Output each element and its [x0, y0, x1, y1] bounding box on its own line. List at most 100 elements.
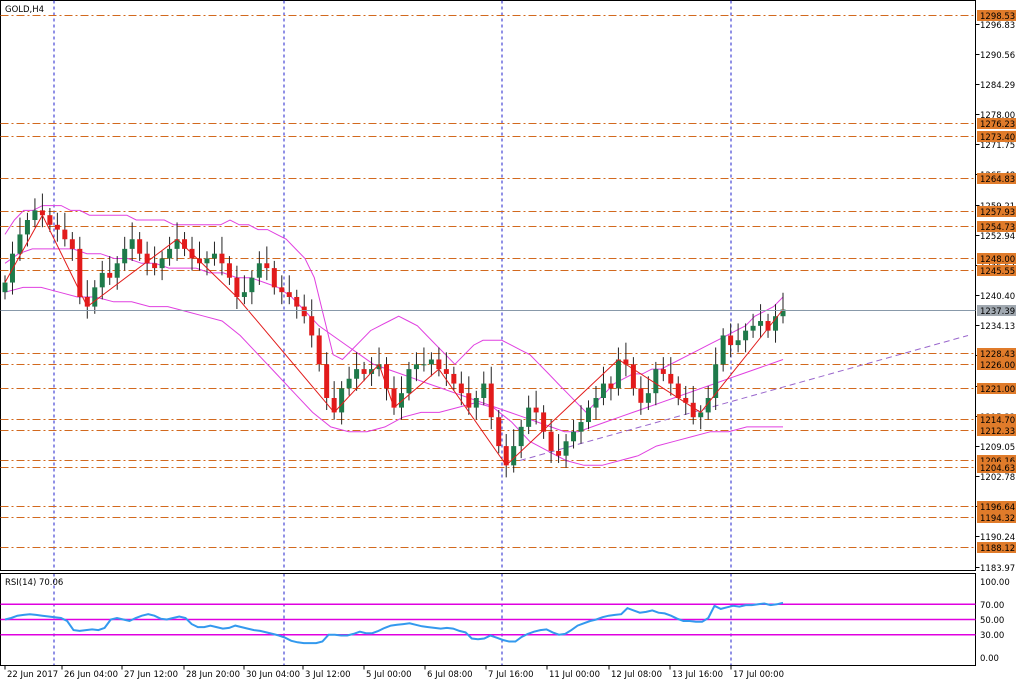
candle [219, 236, 225, 276]
candle-body [473, 397, 479, 408]
candle-body [77, 248, 83, 297]
candle-body [286, 292, 292, 297]
rsi-panel: 100.00 70.00 50.00 30.00 0.00 [0, 573, 1010, 666]
candle-body [398, 393, 404, 408]
candle [294, 289, 300, 319]
candle [743, 323, 749, 353]
candle-body [339, 388, 345, 413]
candle [174, 222, 180, 261]
candle [511, 429, 517, 473]
candle [630, 357, 636, 396]
candle [413, 352, 419, 382]
level-tag-label: 1248.00 [980, 255, 1015, 265]
rsi-title: RSI(14) 70.06 [5, 578, 63, 588]
candle [167, 236, 173, 266]
level-tag-label: 1221.00 [980, 385, 1015, 395]
candle [346, 366, 352, 396]
candle-body [346, 378, 352, 389]
candle-body [152, 263, 158, 269]
candle-body [47, 215, 53, 225]
candle [249, 270, 255, 305]
candle-body [219, 253, 225, 264]
candle-body [675, 383, 681, 398]
candle-body [234, 277, 240, 297]
level-tag-label: 1254.73 [980, 223, 1015, 233]
candle [623, 342, 629, 377]
main-frame-border [0, 0, 976, 571]
candle [728, 323, 734, 358]
candle-body [249, 277, 255, 293]
candle-body [122, 248, 128, 264]
price-tick-label: 1234.13 [980, 322, 1015, 332]
candle [593, 385, 599, 420]
candle [129, 222, 135, 261]
candle-body [2, 282, 8, 293]
candle [301, 294, 307, 324]
level-tag-label: 1245.55 [980, 267, 1015, 277]
time-tick-label: 3 Jul 12:00 [305, 670, 351, 680]
time-axis: 22 Jun 2017 26 Jun 04:00 27 Jun 12:00 28 Ju… [4, 665, 784, 680]
candle-body [413, 364, 419, 370]
candle-body [69, 239, 75, 249]
time-tick-label: 22 Jun 2017 [7, 670, 58, 680]
candle [645, 376, 651, 411]
candle [556, 434, 562, 463]
candle [226, 256, 232, 285]
candle-body [324, 364, 330, 398]
candlesticks [2, 193, 786, 478]
candle [376, 347, 382, 377]
price-tick-label: 1284.29 [980, 81, 1015, 91]
candle [159, 251, 165, 281]
candle [331, 381, 337, 420]
level-tag-label: 1196.64 [980, 503, 1015, 513]
candle [698, 405, 704, 430]
candle [780, 292, 786, 324]
candle-body [533, 407, 539, 413]
candle-body [159, 258, 165, 269]
level-tag-label: 1273.40 [980, 133, 1015, 143]
candle-body [638, 388, 644, 403]
level-tag-label: 1188.12 [980, 544, 1015, 554]
candle [571, 419, 577, 449]
price-tick-label: 1202.78 [980, 473, 1015, 483]
candle-body [511, 446, 517, 466]
bollinger-bands [4, 205, 784, 466]
candle-body [728, 335, 734, 346]
candle [316, 328, 322, 372]
candle [197, 241, 202, 271]
time-tick-label: 11 Jul 00:00 [549, 670, 600, 680]
price-axis: 1296.831290.561284.291278.001271.751265.… [975, 21, 1015, 574]
price-tick-label: 1183.97 [980, 564, 1015, 574]
time-tick-label: 5 Jul 00:00 [366, 670, 412, 680]
candle-body [316, 335, 322, 365]
candle [526, 395, 532, 435]
price-tick-label: 1190.24 [980, 533, 1015, 543]
candle-body [241, 292, 247, 297]
time-tick-label: 12 Jul 08:00 [611, 670, 662, 680]
candle-body [451, 373, 457, 384]
candle-body [421, 364, 427, 366]
candle [750, 313, 756, 338]
candle [586, 400, 591, 430]
candle [473, 390, 479, 420]
candle-body [301, 306, 307, 317]
time-tick-label: 30 Jun 04:00 [246, 670, 300, 680]
candle-body [226, 263, 232, 278]
candle [286, 275, 292, 305]
level-tag-label: 1214.70 [980, 416, 1015, 426]
candle-body [466, 393, 472, 408]
candle [39, 193, 45, 228]
vertical-grid [53, 0, 732, 666]
rsi-tick-label: 100.00 [980, 578, 1010, 588]
candle-body [750, 325, 756, 331]
candle-body [92, 287, 98, 307]
candle-body [458, 383, 464, 394]
candle [354, 352, 360, 391]
candle [683, 385, 689, 415]
candle-body [526, 407, 532, 427]
candle-body [129, 239, 135, 249]
candle-body [481, 383, 487, 398]
candle-body [406, 369, 412, 394]
candle-body [571, 431, 577, 442]
candle-body [256, 263, 262, 278]
